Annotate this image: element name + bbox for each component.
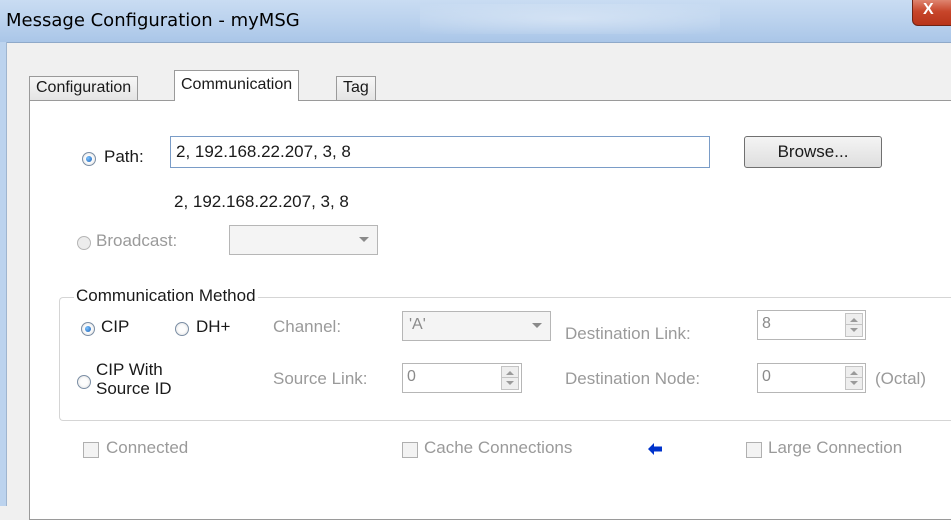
broadcast-label: Broadcast:	[96, 231, 178, 250]
connected-label: Connected	[106, 438, 189, 457]
chevron-down-icon	[532, 323, 542, 328]
connected-checkbox[interactable]	[83, 442, 99, 458]
cip-source-id-radio[interactable]	[77, 375, 91, 389]
chevron-down-icon	[359, 237, 369, 242]
spin-buttons-icon[interactable]	[845, 313, 863, 337]
cip-source-id-label-line1: CIP With	[96, 360, 163, 379]
path-radio[interactable]	[82, 152, 96, 166]
source-link-value: 0	[407, 368, 416, 385]
source-link-label: Source Link:	[273, 369, 368, 388]
channel-label: Channel:	[273, 317, 342, 336]
large-connection-label: Large Connection	[768, 438, 903, 457]
browse-button[interactable]: Browse...	[744, 136, 882, 168]
large-connection-checkbox[interactable]	[746, 442, 762, 458]
destination-node-value: 0	[762, 368, 771, 385]
octal-label: (Octal)	[875, 369, 926, 388]
channel-select[interactable]: 'A'	[402, 311, 551, 341]
cip-source-id-label-line2: Source ID	[96, 379, 172, 398]
channel-select-value: 'A'	[409, 316, 426, 333]
dhplus-label: DH+	[196, 317, 231, 336]
close-button[interactable]: X	[912, 0, 951, 26]
path-input[interactable]: 2, 192.168.22.207, 3, 8	[170, 136, 710, 168]
cip-label: CIP	[101, 317, 130, 336]
destination-node-label: Destination Node:	[565, 369, 701, 388]
tab-configuration[interactable]: Configuration	[29, 76, 139, 100]
broadcast-select[interactable]	[229, 225, 378, 255]
spin-buttons-icon[interactable]	[501, 366, 519, 390]
tab-communication[interactable]: Communication	[174, 70, 300, 101]
cip-radio[interactable]	[81, 322, 95, 336]
source-link-stepper[interactable]: 0	[402, 363, 522, 393]
window-left-border	[0, 42, 7, 506]
destination-link-value: 8	[762, 315, 771, 332]
path-resolved-text: 2, 192.168.22.207, 3, 8	[174, 192, 349, 211]
path-label: Path:	[104, 147, 144, 166]
title-bar: Message Configuration - myMSG X	[0, 0, 951, 43]
destination-link-stepper[interactable]: 8	[757, 310, 866, 340]
title-bar-glass	[420, 4, 720, 34]
cache-connections-label: Cache Connections	[424, 438, 573, 457]
destination-link-label: Destination Link:	[565, 324, 691, 343]
cache-connections-checkbox[interactable]	[402, 442, 418, 458]
broadcast-radio[interactable]	[77, 236, 91, 250]
dhplus-radio[interactable]	[175, 322, 189, 336]
communication-method-legend: Communication Method	[74, 286, 258, 306]
spin-buttons-icon[interactable]	[845, 366, 863, 390]
destination-node-stepper[interactable]: 0	[757, 363, 866, 393]
left-arrow-icon	[648, 443, 662, 455]
tab-tag[interactable]: Tag	[336, 76, 376, 100]
window-title: Message Configuration - myMSG	[6, 10, 300, 31]
